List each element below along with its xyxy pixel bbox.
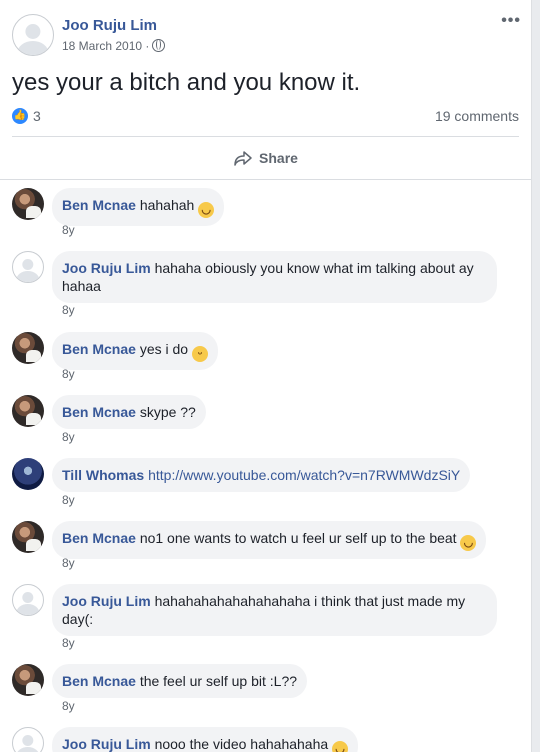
commenter-name[interactable]: Ben Mcnae xyxy=(62,673,136,689)
post-date-text: 18 March 2010 · xyxy=(62,39,150,53)
tongue-emoji-icon: ᵕ xyxy=(191,346,208,362)
post-text: yes your a bitch and you know it. xyxy=(12,69,361,96)
commenter-avatar[interactable] xyxy=(12,727,44,752)
comment-time[interactable]: 8y xyxy=(62,699,75,713)
comment-bubble: Ben Mcnae skype ?? xyxy=(52,395,206,429)
globe-icon xyxy=(152,39,166,52)
comment-text: nooo the video hahahahaha xyxy=(154,736,329,752)
like-count[interactable]: 3 xyxy=(33,108,41,124)
comment-item: Joo Ruju Lim hahaha obiously you know wh… xyxy=(12,251,512,321)
comment-link[interactable]: http://www.youtube.com/watch?v=n7RWMWdzS… xyxy=(148,467,460,483)
comment-item: Ben Mcnae yes i do ᵕ 8y xyxy=(12,332,512,384)
comment-bubble: Ben Mcnae the feel ur self up bit :L?? xyxy=(52,664,308,698)
commenter-name[interactable]: Till Whomas xyxy=(62,467,144,483)
commenter-avatar[interactable] xyxy=(12,521,44,553)
like-icon[interactable]: 👍 xyxy=(12,108,28,124)
comment-bubble: Ben Mcnae hahahah ◡ xyxy=(52,188,225,226)
comment-text: skype ?? xyxy=(139,404,196,420)
laughing-emoji-icon: ◡ xyxy=(198,202,215,218)
commenter-avatar[interactable] xyxy=(12,251,44,283)
post-card: Joo Ruju Lim 18 March 2010 · ••• yes you… xyxy=(0,0,532,752)
commenter-avatar[interactable] xyxy=(12,188,44,220)
comment-item: Till Whomas http://www.youtube.com/watch… xyxy=(12,458,512,510)
commenter-name[interactable]: Ben Mcnae xyxy=(62,197,136,213)
commenter-avatar[interactable] xyxy=(12,458,44,490)
comment-bubble: Joo Ruju Lim nooo the video hahahahaha ◡ xyxy=(52,727,359,752)
comment-time[interactable]: 8y xyxy=(62,303,75,317)
reactions-row: 👍 3 19 comments xyxy=(12,106,519,126)
comment-bubble: Ben Mcnae no1 one wants to watch u feel … xyxy=(52,521,487,559)
share-button[interactable]: Share xyxy=(12,137,519,179)
comment-text: hahahah xyxy=(139,197,195,213)
commenter-name[interactable]: Joo Ruju Lim xyxy=(62,260,151,276)
comment-text: no1 one wants to watch u feel ur self up… xyxy=(139,530,457,546)
comment-item: Joo Ruju Lim hahahahahahahahahaha i thin… xyxy=(12,584,512,654)
comment-time[interactable]: 8y xyxy=(62,430,75,444)
comment-item: Ben Mcnae the feel ur self up bit :L?? 8… xyxy=(12,664,512,716)
comment-count[interactable]: 19 comments xyxy=(435,108,519,124)
comment-item: Ben Mcnae hahahah ◡ 8y xyxy=(12,188,512,240)
author-avatar[interactable] xyxy=(12,14,54,56)
post-date[interactable]: 18 March 2010 · xyxy=(62,39,166,53)
comments-divider xyxy=(0,179,531,180)
comment-bubble: Till Whomas http://www.youtube.com/watch… xyxy=(52,458,471,492)
commenter-name[interactable]: Ben Mcnae xyxy=(62,530,136,546)
commenter-name[interactable]: Ben Mcnae xyxy=(62,341,136,357)
comment-item: Ben Mcnae no1 one wants to watch u feel … xyxy=(12,521,512,573)
comment-bubble: Joo Ruju Lim hahahahahahahahahaha i thin… xyxy=(52,584,497,636)
laughing-emoji-icon: ◡ xyxy=(332,741,349,752)
commenter-name[interactable]: Ben Mcnae xyxy=(62,404,136,420)
comment-time[interactable]: 8y xyxy=(62,493,75,507)
comment-bubble: Joo Ruju Lim hahaha obiously you know wh… xyxy=(52,251,497,303)
comment-text: the feel ur self up bit :L?? xyxy=(139,673,298,689)
comment-time[interactable]: 8y xyxy=(62,556,75,570)
share-icon xyxy=(234,151,252,166)
commenter-name[interactable]: Joo Ruju Lim xyxy=(62,593,151,609)
commenter-avatar[interactable] xyxy=(12,584,44,616)
share-label: Share xyxy=(259,150,298,166)
laughing-emoji-icon: ◡ xyxy=(460,535,477,551)
comment-item: Ben Mcnae skype ?? 8y xyxy=(12,395,512,447)
comment-item: Joo Ruju Lim nooo the video hahahahaha ◡ xyxy=(12,727,512,752)
commenter-avatar[interactable] xyxy=(12,395,44,427)
comment-bubble: Ben Mcnae yes i do ᵕ xyxy=(52,332,218,370)
post-author-name[interactable]: Joo Ruju Lim xyxy=(62,17,157,34)
more-options-icon[interactable]: ••• xyxy=(501,12,521,30)
comment-time[interactable]: 8y xyxy=(62,636,75,650)
commenter-avatar[interactable] xyxy=(12,332,44,364)
comment-time[interactable]: 8y xyxy=(62,367,75,381)
commenter-avatar[interactable] xyxy=(12,664,44,696)
post-header: Joo Ruju Lim 18 March 2010 · ••• xyxy=(0,0,531,62)
comment-text: yes i do xyxy=(139,341,189,357)
comment-time[interactable]: 8y xyxy=(62,223,75,237)
commenter-name[interactable]: Joo Ruju Lim xyxy=(62,736,151,752)
